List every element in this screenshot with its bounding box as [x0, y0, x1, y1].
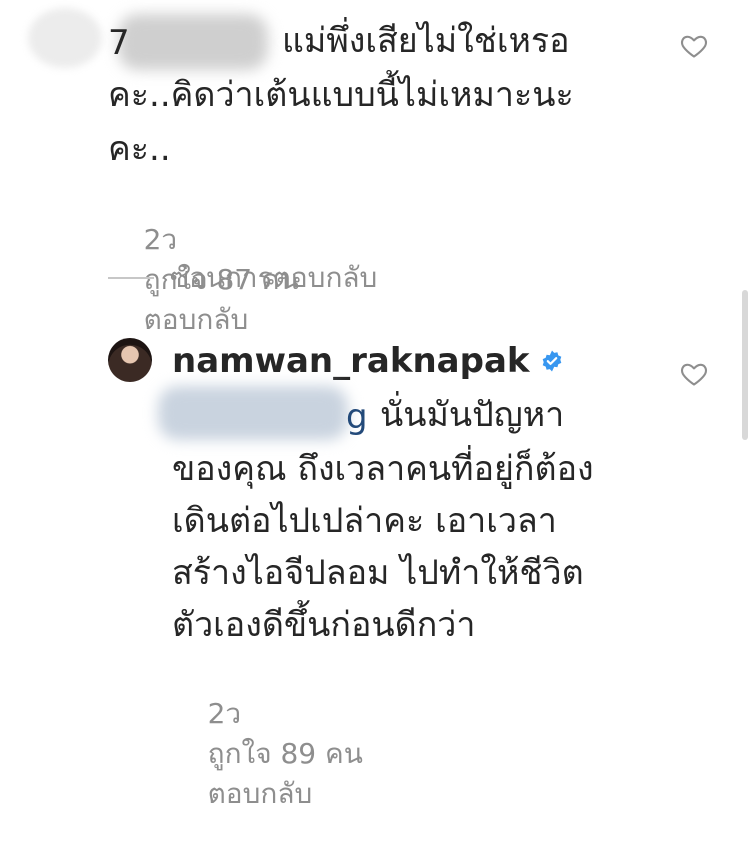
comment-text-line-1: แม่พึ่งเสียไม่ใช่เหรอ: [282, 21, 570, 61]
heart-icon[interactable]: [680, 32, 708, 60]
comment-text-line-2: คะ..คิดว่าเต้นแบบนี้ไม่เหมาะนะ: [108, 75, 574, 115]
blurred-mention: [158, 386, 348, 440]
heart-icon[interactable]: [680, 360, 708, 388]
hide-replies-button[interactable]: ซ่อนการตอบกลับ: [108, 258, 377, 298]
reply-text-line-5: ตัวเองดีขึ้นก่อนดีกว่า: [172, 605, 476, 645]
scrollbar[interactable]: [742, 290, 748, 440]
reply-text-line-4: สร้างไอจีปลอม ไปทำให้ชีวิต: [172, 553, 584, 593]
reply-user-header: namwan_raknapak: [172, 338, 564, 384]
mention-visible-char[interactable]: g: [346, 392, 368, 442]
comment-time: 2ว: [143, 223, 178, 256]
hide-replies-label[interactable]: ซ่อนการตอบกลับ: [170, 258, 377, 298]
reply-time: 2ว: [207, 697, 242, 730]
reply-text-line-2: ของคุณ ถึงเวลาคนที่อยู่ก็ต้อง: [172, 449, 594, 489]
reply-text-line-1: นั่นมันปัญหา: [380, 395, 565, 435]
reply-username[interactable]: namwan_raknapak: [172, 338, 530, 384]
username-visible-char[interactable]: 7: [108, 18, 130, 68]
reply-avatar[interactable]: [108, 338, 152, 382]
hide-replies-line: [108, 277, 154, 279]
reply-text-line-3: เดินต่อไปเปล่าคะ เอาเวลา: [172, 501, 557, 541]
verified-badge-icon: [542, 350, 561, 372]
avatar[interactable]: [28, 8, 102, 68]
reply-button[interactable]: ตอบกลับ: [208, 774, 313, 814]
reply-button[interactable]: ตอบกลับ: [144, 300, 249, 340]
reply-likes[interactable]: ถูกใจ 89 คน: [208, 734, 363, 774]
blurred-username: [118, 14, 268, 70]
reply-meta: 2ว ถูกใจ 89 คน ตอบกลับ: [172, 654, 397, 854]
comment-text-line-3: คะ..: [108, 129, 171, 169]
